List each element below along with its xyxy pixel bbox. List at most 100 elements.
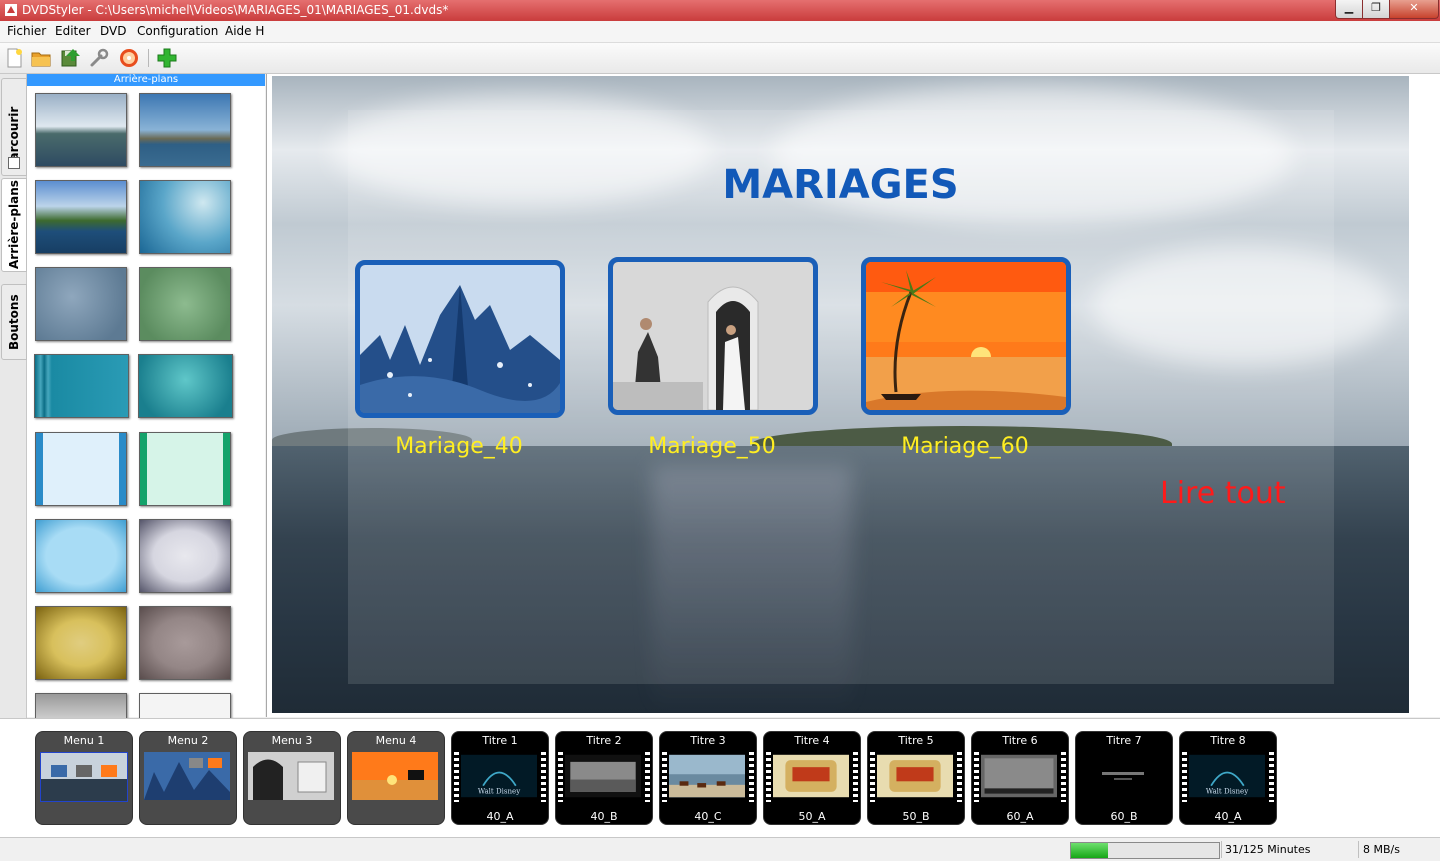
film-perforation: [974, 752, 979, 802]
winter-forest-image: [360, 265, 560, 413]
title-5-thumbnail: [877, 754, 953, 798]
tab-arriere-plans[interactable]: Arrière-plans: [1, 178, 27, 272]
status-bar: 31/125 Minutes 8 MB/s: [0, 837, 1440, 861]
button-label-mariage-60[interactable]: Mariage_60: [855, 434, 1075, 459]
filmstrip-item-label: Menu 2: [167, 734, 209, 747]
titleset-filmstrip: Menu 1 Menu 2 Menu 3 Menu 4 Titre 1 Walt…: [0, 718, 1440, 837]
panel-header: Arrière-plans: [27, 74, 265, 86]
menu-2-thumbnail: [144, 752, 230, 800]
filmstrip-menu-2[interactable]: Menu 2: [139, 731, 237, 825]
filmstrip-item-sublabel: 60_A: [1006, 810, 1034, 823]
menu-fichier[interactable]: Fichier: [7, 24, 46, 38]
filmstrip-menu-1[interactable]: Menu 1: [35, 731, 133, 825]
checkbox-icon: [8, 157, 20, 169]
status-separator: [1221, 841, 1222, 858]
filmstrip-item-label: Menu 1: [63, 734, 105, 747]
filmstrip-title-1[interactable]: Titre 1 Walt Disney 40_A: [451, 731, 549, 825]
button-label-mariage-40[interactable]: Mariage_40: [349, 434, 569, 459]
film-perforation: [853, 752, 858, 802]
tab-parcourir[interactable]: Parcourir: [1, 78, 27, 176]
title-bar: DVDStyler - C:\Users\michel\Videos\MARIA…: [0, 0, 1440, 21]
background-thumb[interactable]: [139, 267, 231, 341]
film-perforation: [766, 752, 771, 802]
menu-editer[interactable]: Editer: [55, 24, 91, 38]
menu-preview[interactable]: MARIAGES Mariage_40 Mariage_50 Mariage_6…: [272, 76, 1409, 713]
filmstrip-title-3[interactable]: Titre 3 40_C: [659, 731, 757, 825]
film-perforation: [1061, 752, 1066, 802]
filmstrip-title-2[interactable]: Titre 2 40_B: [555, 731, 653, 825]
burn-disc-icon[interactable]: [118, 47, 140, 69]
menu-dvd[interactable]: DVD: [100, 24, 126, 38]
play-all-button[interactable]: Lire tout: [1160, 476, 1286, 511]
open-folder-icon[interactable]: [30, 47, 52, 69]
svg-text:Walt Disney: Walt Disney: [1206, 787, 1248, 796]
sunset-palm-image: [866, 262, 1066, 410]
background-thumb[interactable]: [139, 432, 231, 506]
add-icon[interactable]: [156, 47, 178, 69]
filmstrip-title-4[interactable]: Titre 4 50_A: [763, 731, 861, 825]
background-thumb[interactable]: [35, 519, 127, 593]
maximize-button[interactable]: ❐: [1362, 0, 1390, 19]
wedding-image: [613, 262, 813, 410]
filmstrip-menu-4[interactable]: Menu 4: [347, 731, 445, 825]
dvdstyler-app-icon: [5, 4, 17, 16]
save-icon[interactable]: [59, 47, 81, 69]
filmstrip-item-label: Titre 4: [794, 734, 830, 747]
menu-bar: Fichier Editer DVD Configuration Aide H: [0, 21, 1440, 43]
filmstrip-item-label: Menu 4: [375, 734, 417, 747]
title-8-thumbnail: Walt Disney: [1189, 754, 1265, 798]
close-button[interactable]: ✕: [1389, 0, 1439, 19]
menu-configuration[interactable]: Configuration: [137, 24, 218, 38]
disc-usage-fill: [1071, 843, 1108, 858]
filmstrip-title-8[interactable]: Titre 8 Walt Disney 40_A: [1179, 731, 1277, 825]
background-thumb[interactable]: [35, 93, 127, 167]
button-label-mariage-50[interactable]: Mariage_50: [602, 434, 822, 459]
disc-usage-progress: [1070, 842, 1220, 859]
title-2-thumbnail: [565, 754, 641, 798]
tab-boutons[interactable]: Boutons: [1, 284, 27, 360]
title-4-thumbnail: [773, 754, 849, 798]
menu-3-thumbnail: [248, 752, 334, 800]
background-thumb[interactable]: [139, 93, 231, 167]
filmstrip-title-6[interactable]: Titre 6 60_A: [971, 731, 1069, 825]
background-thumb[interactable]: [139, 519, 231, 593]
menu-title[interactable]: MARIAGES: [272, 162, 1409, 208]
menu-aide[interactable]: Aide H: [225, 24, 264, 38]
filmstrip-item-sublabel: 50_A: [798, 810, 826, 823]
button-mariage-60[interactable]: [861, 257, 1071, 415]
background-thumb[interactable]: [35, 693, 127, 718]
button-mariage-50[interactable]: [608, 257, 818, 415]
minimize-button[interactable]: ▁: [1335, 0, 1363, 19]
settings-wrench-icon[interactable]: [88, 47, 110, 69]
filmstrip-item-label: Titre 2: [586, 734, 622, 747]
filmstrip-title-7[interactable]: Titre 7 60_B: [1075, 731, 1173, 825]
window-title: DVDStyler - C:\Users\michel\Videos\MARIA…: [22, 3, 449, 17]
title-1-thumbnail: Walt Disney: [461, 754, 537, 798]
background-thumb[interactable]: [35, 267, 127, 341]
duration-status: 31/125 Minutes: [1225, 843, 1311, 856]
filmstrip-item-sublabel: 40_A: [486, 810, 514, 823]
title-6-thumbnail: [981, 754, 1057, 798]
status-separator: [1358, 841, 1359, 858]
bitrate-status: 8 MB/s: [1363, 843, 1400, 856]
filmstrip-menu-3[interactable]: Menu 3: [243, 731, 341, 825]
tab-boutons-label: Boutons: [7, 294, 21, 350]
background-thumb[interactable]: [35, 180, 127, 254]
background-thumb[interactable]: [139, 180, 231, 254]
film-perforation: [558, 752, 563, 802]
backgrounds-panel: Arrière-plans ▲ ▼: [27, 74, 293, 718]
background-thumb[interactable]: [35, 432, 127, 506]
background-thumb[interactable]: [139, 693, 231, 718]
background-thumb[interactable]: [35, 606, 127, 680]
new-file-icon[interactable]: [3, 47, 25, 69]
background-thumb[interactable]: [139, 606, 231, 680]
background-thumb[interactable]: [34, 354, 129, 418]
button-mariage-40[interactable]: [355, 260, 565, 418]
filmstrip-item-sublabel: 60_B: [1110, 810, 1138, 823]
filmstrip-item-label: Menu 3: [271, 734, 313, 747]
filmstrip-title-5[interactable]: Titre 5 50_B: [867, 731, 965, 825]
background-thumb[interactable]: [138, 354, 233, 418]
title-3-thumbnail: [669, 754, 745, 798]
film-perforation: [749, 752, 754, 802]
menu-1-thumbnail: [40, 752, 128, 802]
